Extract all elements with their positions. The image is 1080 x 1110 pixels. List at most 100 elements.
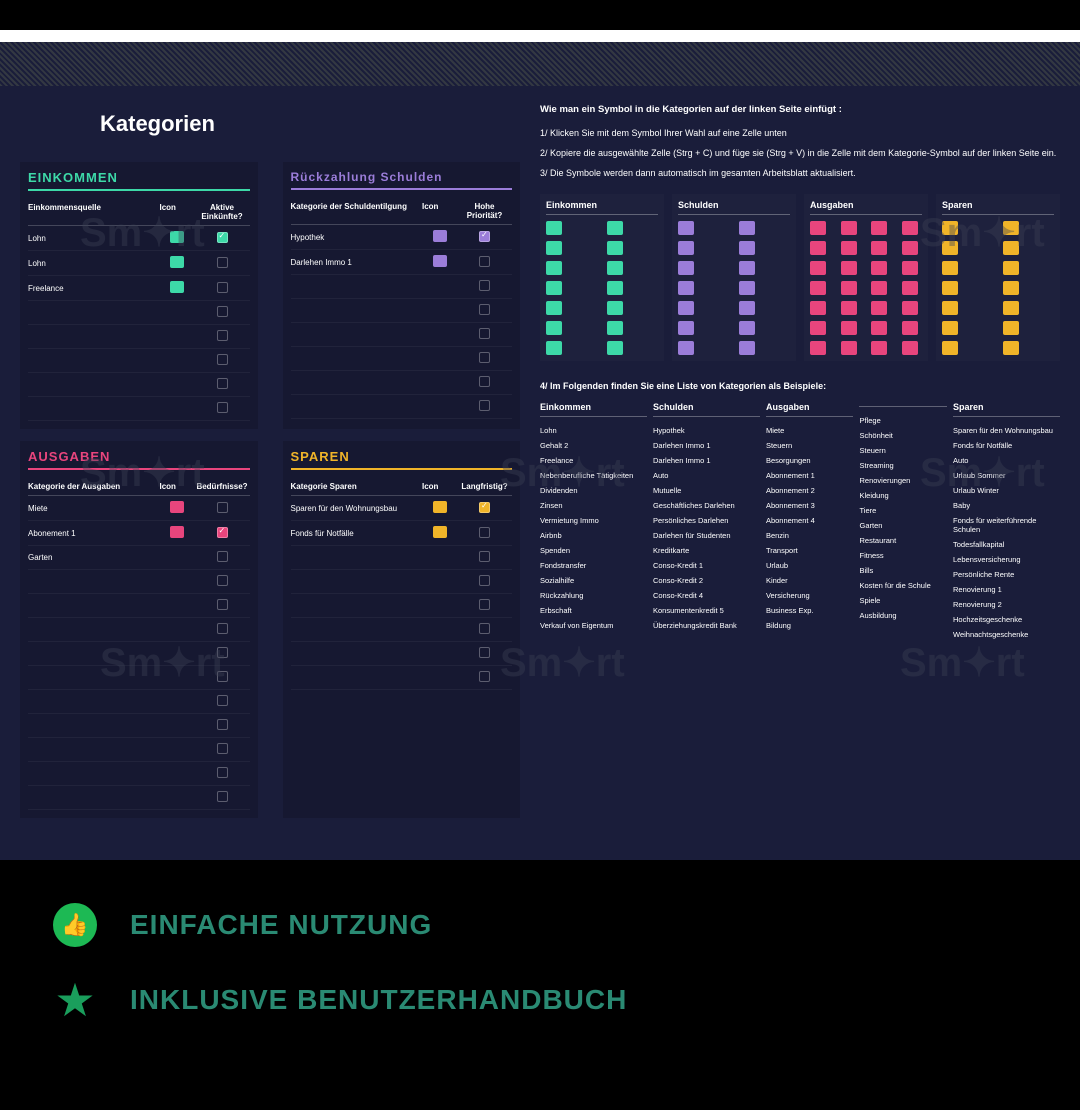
category-row[interactable] [28, 594, 250, 618]
category-row[interactable] [291, 299, 513, 323]
palette-icon[interactable] [607, 261, 623, 275]
category-row[interactable] [291, 275, 513, 299]
palette-icon[interactable] [841, 261, 857, 275]
palette-icon[interactable] [871, 221, 887, 235]
palette-icon[interactable] [871, 321, 887, 335]
checkbox[interactable] [479, 400, 490, 411]
checkbox[interactable] [479, 502, 490, 513]
palette-icon[interactable] [607, 221, 623, 235]
palette-icon[interactable] [841, 341, 857, 355]
checkbox[interactable] [217, 575, 228, 586]
palette-icon[interactable] [942, 221, 958, 235]
palette-icon[interactable] [942, 261, 958, 275]
palette-icon[interactable] [810, 301, 826, 315]
checkbox[interactable] [479, 256, 490, 267]
palette-icon[interactable] [607, 341, 623, 355]
palette-icon[interactable] [546, 301, 562, 315]
palette-icon[interactable] [902, 281, 918, 295]
category-row[interactable] [28, 373, 250, 397]
palette-icon[interactable] [678, 301, 694, 315]
category-row[interactable] [28, 738, 250, 762]
category-row[interactable] [28, 714, 250, 738]
palette-icon[interactable] [739, 341, 755, 355]
category-icon[interactable] [170, 281, 184, 293]
palette-icon[interactable] [546, 321, 562, 335]
palette-icon[interactable] [607, 281, 623, 295]
palette-icon[interactable] [607, 241, 623, 255]
checkbox[interactable] [217, 354, 228, 365]
checkbox[interactable] [217, 791, 228, 802]
palette-icon[interactable] [810, 261, 826, 275]
checkbox[interactable] [479, 280, 490, 291]
category-row[interactable] [28, 762, 250, 786]
checkbox[interactable] [217, 402, 228, 413]
category-row[interactable]: Miete [28, 496, 250, 521]
checkbox[interactable] [217, 502, 228, 513]
category-icon[interactable] [433, 501, 447, 513]
checkbox[interactable] [217, 306, 228, 317]
category-row[interactable] [291, 323, 513, 347]
checkbox[interactable] [479, 304, 490, 315]
palette-icon[interactable] [546, 261, 562, 275]
palette-icon[interactable] [942, 341, 958, 355]
palette-icon[interactable] [942, 281, 958, 295]
palette-icon[interactable] [546, 221, 562, 235]
category-row[interactable]: Fonds für Notfälle [291, 521, 513, 546]
category-row[interactable] [28, 618, 250, 642]
category-row[interactable]: Garten [28, 546, 250, 570]
palette-icon[interactable] [871, 341, 887, 355]
checkbox[interactable] [479, 647, 490, 658]
category-row[interactable] [291, 347, 513, 371]
category-row[interactable]: Abonement 1 [28, 521, 250, 546]
palette-icon[interactable] [678, 341, 694, 355]
palette-icon[interactable] [678, 221, 694, 235]
checkbox[interactable] [217, 695, 228, 706]
category-row[interactable] [28, 325, 250, 349]
palette-icon[interactable] [607, 301, 623, 315]
palette-icon[interactable] [1003, 341, 1019, 355]
category-row[interactable]: Lohn [28, 226, 250, 251]
palette-icon[interactable] [810, 221, 826, 235]
category-icon[interactable] [170, 256, 184, 268]
palette-icon[interactable] [902, 301, 918, 315]
category-row[interactable] [28, 666, 250, 690]
category-row[interactable] [28, 570, 250, 594]
checkbox[interactable] [479, 376, 490, 387]
palette-icon[interactable] [546, 341, 562, 355]
checkbox[interactable] [479, 328, 490, 339]
checkbox[interactable] [217, 527, 228, 538]
palette-icon[interactable] [739, 241, 755, 255]
palette-icon[interactable] [841, 281, 857, 295]
category-row[interactable]: Darlehen Immo 1 [291, 250, 513, 275]
checkbox[interactable] [217, 330, 228, 341]
palette-icon[interactable] [902, 241, 918, 255]
checkbox[interactable] [217, 743, 228, 754]
palette-icon[interactable] [841, 221, 857, 235]
palette-icon[interactable] [902, 261, 918, 275]
checkbox[interactable] [217, 647, 228, 658]
palette-icon[interactable] [810, 321, 826, 335]
category-icon[interactable] [170, 231, 184, 243]
palette-icon[interactable] [607, 321, 623, 335]
palette-icon[interactable] [810, 241, 826, 255]
palette-icon[interactable] [841, 321, 857, 335]
palette-icon[interactable] [810, 281, 826, 295]
category-icon[interactable] [433, 526, 447, 538]
category-row[interactable]: Sparen für den Wohnungsbau [291, 496, 513, 521]
checkbox[interactable] [479, 352, 490, 363]
category-icon[interactable] [433, 230, 447, 242]
category-row[interactable]: Hypothek [291, 225, 513, 250]
palette-icon[interactable] [871, 261, 887, 275]
palette-icon[interactable] [739, 321, 755, 335]
category-row[interactable] [28, 301, 250, 325]
palette-icon[interactable] [1003, 221, 1019, 235]
palette-icon[interactable] [942, 241, 958, 255]
palette-icon[interactable] [678, 241, 694, 255]
category-row[interactable] [291, 642, 513, 666]
category-row[interactable] [28, 690, 250, 714]
category-row[interactable] [291, 594, 513, 618]
checkbox[interactable] [217, 671, 228, 682]
checkbox[interactable] [479, 575, 490, 586]
palette-icon[interactable] [871, 241, 887, 255]
palette-icon[interactable] [942, 301, 958, 315]
